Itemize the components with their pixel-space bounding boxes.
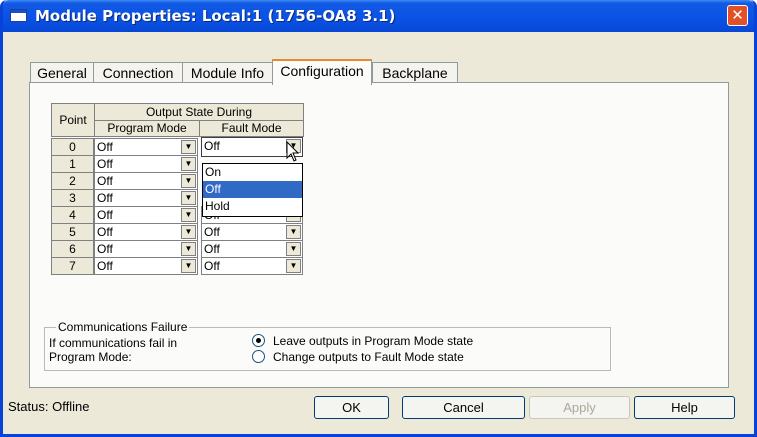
change-outputs-option[interactable]: Change outputs to Fault Mode state bbox=[252, 350, 464, 364]
tab-backplane[interactable]: Backplane bbox=[372, 62, 458, 84]
leave-outputs-label: Leave outputs in Program Mode state bbox=[273, 334, 474, 348]
fault-mode-value: Off bbox=[204, 225, 220, 239]
title-bar[interactable]: Module Properties: Local:1 (1756-OA8 3.1… bbox=[3, 0, 754, 32]
leave-outputs-option[interactable]: Leave outputs in Program Mode state bbox=[252, 334, 473, 348]
fault-mode-select[interactable]: Off ▼ bbox=[201, 240, 303, 258]
tab-module-info[interactable]: Module Info bbox=[182, 62, 273, 84]
chevron-down-icon[interactable]: ▼ bbox=[181, 208, 196, 222]
chevron-down-icon[interactable]: ▼ bbox=[181, 191, 196, 205]
point-number-cell: 6 bbox=[51, 240, 94, 258]
apply-button[interactable]: Apply bbox=[529, 396, 630, 419]
radio-selected-icon[interactable] bbox=[252, 334, 265, 347]
program-mode-value: Off bbox=[97, 174, 113, 188]
program-mode-value: Off bbox=[97, 191, 113, 205]
chevron-down-icon[interactable]: ▼ bbox=[181, 157, 196, 171]
program-mode-select[interactable]: Off ▼ bbox=[94, 172, 198, 190]
description-line-1: If communications fail in bbox=[49, 336, 178, 350]
point-number-cell: 4 bbox=[51, 206, 94, 224]
chevron-down-icon[interactable]: ▼ bbox=[286, 225, 301, 239]
chevron-down-icon[interactable]: ▼ bbox=[286, 242, 301, 256]
program-mode-value: Off bbox=[97, 259, 113, 273]
program-mode-select[interactable]: Off ▼ bbox=[94, 240, 198, 258]
status-value: Offline bbox=[52, 399, 90, 414]
radio-unselected-icon[interactable] bbox=[252, 350, 265, 363]
program-mode-value: Off bbox=[97, 157, 113, 171]
ok-button[interactable]: OK bbox=[314, 396, 389, 419]
point-header: Point bbox=[51, 103, 95, 137]
fault-mode-dropdown-list[interactable]: On Off Hold bbox=[202, 163, 303, 217]
cancel-button[interactable]: Cancel bbox=[402, 396, 525, 419]
program-mode-select[interactable]: Off ▼ bbox=[94, 189, 198, 207]
point-number-cell: 1 bbox=[51, 155, 94, 173]
point-number-cell: 5 bbox=[51, 223, 94, 241]
help-button[interactable]: Help bbox=[634, 396, 735, 419]
communications-failure-title: Communications Failure bbox=[56, 320, 190, 334]
description-line-2: Program Mode: bbox=[49, 350, 132, 364]
output-state-header: Output State During bbox=[94, 103, 304, 121]
tab-connection[interactable]: Connection bbox=[93, 62, 183, 84]
fault-mode-select[interactable]: Off ▼ bbox=[201, 223, 303, 241]
fault-mode-header: Fault Mode bbox=[199, 120, 304, 137]
point-number-cell: 3 bbox=[51, 189, 94, 207]
status-text: Status: Offline bbox=[8, 399, 89, 414]
point-number-cell: 0 bbox=[51, 138, 94, 156]
communications-failure-description: If communications fail in Program Mode: bbox=[49, 336, 177, 364]
program-mode-value: Off bbox=[97, 208, 113, 222]
program-mode-select[interactable]: Off ▼ bbox=[94, 223, 198, 241]
chevron-down-icon[interactable]: ▼ bbox=[286, 259, 301, 273]
tab-general[interactable]: General bbox=[30, 62, 94, 84]
program-mode-select[interactable]: Off ▼ bbox=[94, 138, 198, 156]
communications-failure-group: Communications Failure If communications… bbox=[44, 320, 611, 371]
fault-mode-select[interactable]: Off ▼ bbox=[201, 257, 303, 275]
program-mode-value: Off bbox=[97, 242, 113, 256]
point-number-cell: 2 bbox=[51, 172, 94, 190]
program-mode-select[interactable]: Off ▼ bbox=[94, 257, 198, 275]
chevron-down-icon[interactable]: ▼ bbox=[181, 259, 196, 273]
fault-mode-value: Off bbox=[204, 259, 220, 273]
program-mode-value: Off bbox=[97, 225, 113, 239]
program-mode-select[interactable]: Off ▼ bbox=[94, 155, 198, 173]
status-label: Status: bbox=[8, 399, 49, 414]
window-app-icon bbox=[10, 9, 27, 22]
window-title: Module Properties: Local:1 (1756-OA8 3.1… bbox=[35, 7, 396, 25]
chevron-down-icon[interactable]: ▼ bbox=[181, 225, 196, 239]
close-button[interactable]: ✕ bbox=[727, 5, 748, 26]
program-mode-header: Program Mode bbox=[94, 120, 200, 137]
dropdown-option-off[interactable]: Off bbox=[203, 181, 302, 198]
point-number-cell: 7 bbox=[51, 257, 94, 275]
chevron-down-icon[interactable]: ▼ bbox=[181, 174, 196, 188]
dropdown-option-on[interactable]: On bbox=[203, 164, 302, 181]
chevron-down-icon[interactable]: ▼ bbox=[181, 242, 196, 256]
mouse-pointer-icon bbox=[286, 141, 300, 162]
fault-mode-value: Off bbox=[204, 242, 220, 256]
program-mode-value: Off bbox=[97, 140, 113, 154]
fault-mode-value: Off bbox=[204, 139, 220, 153]
change-outputs-label: Change outputs to Fault Mode state bbox=[273, 350, 464, 364]
dropdown-option-hold[interactable]: Hold bbox=[203, 198, 302, 215]
program-mode-select[interactable]: Off ▼ bbox=[94, 206, 198, 224]
chevron-down-icon[interactable]: ▼ bbox=[181, 140, 196, 154]
tab-configuration[interactable]: Configuration bbox=[272, 59, 372, 85]
